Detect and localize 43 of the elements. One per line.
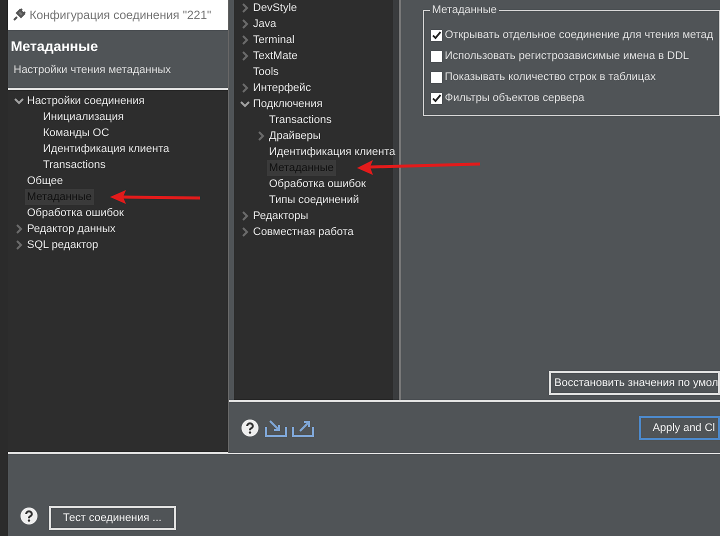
tree-item[interactable]: Идентификация клиента [267, 144, 398, 160]
tree-item[interactable]: Интерфейс [251, 80, 313, 96]
tree-item[interactable]: Java [251, 16, 278, 32]
tree-item[interactable]: Обработка ошибок [267, 176, 368, 192]
help-icon[interactable] [20, 507, 38, 525]
checkbox[interactable] [431, 72, 442, 83]
checkbox[interactable] [431, 30, 442, 41]
help-icon[interactable] [241, 418, 259, 436]
apply-and-close-button[interactable]: Apply and Cl [638, 416, 720, 440]
tree-item[interactable]: Подключения [251, 96, 325, 112]
tree-item[interactable]: Transactions [267, 112, 334, 128]
tree-item[interactable]: Редактор данных [25, 220, 118, 237]
page-title: Метаданные [10, 36, 99, 56]
restore-defaults-button[interactable]: Восстановить значения по умол [549, 371, 720, 395]
tree-item[interactable]: Редакторы [251, 208, 310, 224]
tree-item[interactable]: Tools [251, 64, 281, 80]
tree-item[interactable]: SQL редактор [25, 236, 100, 253]
test-connection-button[interactable]: Тест соединения ... [49, 506, 176, 530]
plug-icon [10, 7, 27, 23]
export-icon[interactable] [292, 418, 314, 436]
group-title: Метаданные [430, 4, 499, 17]
checkbox[interactable] [431, 51, 442, 62]
checkbox-label[interactable]: Открывать отдельное соединение для чтения метад [444, 27, 714, 44]
tree-item[interactable]: Типы соединений [267, 192, 362, 208]
tree-item[interactable]: Совместная работа [251, 224, 356, 240]
tree-item[interactable]: Transactions [41, 156, 108, 173]
checkbox-label[interactable]: Фильтры объектов сервера [444, 90, 584, 107]
import-icon[interactable] [264, 418, 286, 436]
tree-item[interactable]: Общее [25, 172, 66, 189]
checkbox[interactable] [431, 93, 442, 104]
tree-item[interactable]: DevStyle [251, 0, 300, 16]
tree-item[interactable]: Настройки соединения [25, 92, 147, 109]
checkbox-label[interactable]: Использовать регистрозависимые имена в DDL [444, 48, 690, 65]
window-title: Конфигурация соединения "221" [30, 7, 212, 24]
tree-item[interactable]: Драйверы [267, 128, 323, 144]
tree-item[interactable]: Идентификация клиента [41, 140, 172, 157]
checkbox-label[interactable]: Показывать количество строк в таблицах [444, 69, 656, 86]
page-subtitle: Настройки чтения метаданных [14, 63, 172, 78]
tree-item[interactable]: Terminal [251, 32, 297, 48]
tree-item[interactable]: TextMate [251, 48, 300, 64]
tree-item[interactable]: Инициализация [41, 108, 126, 125]
tree-item[interactable]: Команды ОС [41, 124, 112, 141]
tree-item[interactable]: Обработка ошибок [25, 204, 126, 221]
